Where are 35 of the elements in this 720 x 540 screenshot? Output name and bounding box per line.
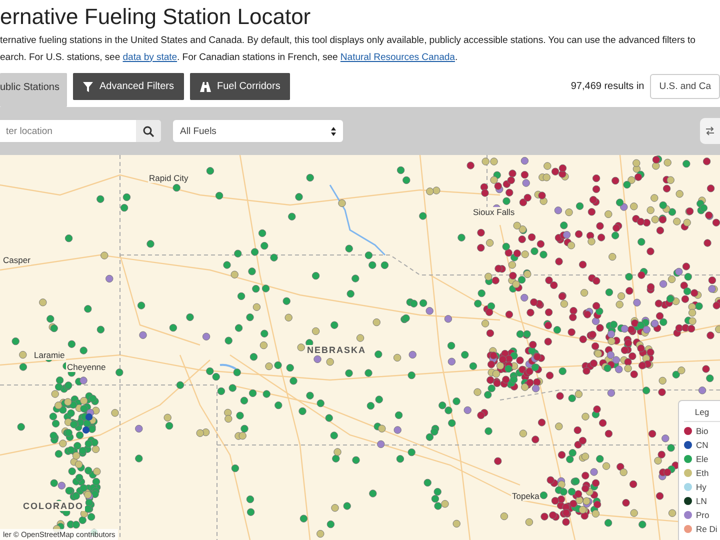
legend-label: Bio xyxy=(696,426,710,436)
route-button[interactable] xyxy=(700,118,720,144)
road-icon xyxy=(200,82,211,92)
state-label: NEBRASKA xyxy=(306,345,368,355)
legend-label: Re Di xyxy=(696,524,718,534)
region-select[interactable]: U.S. and Ca xyxy=(650,74,720,99)
description-text: ternative fueling stations in the United States and Canada. By default, this tool displays only available, publicly accessible stations. You can use the advanced filters to earch. For U.S. stations, see data by state. For Canadian stations in French, see Natural Resources Canada. xyxy=(0,34,696,64)
city-label: Sioux Falls xyxy=(472,207,516,217)
search-button[interactable] xyxy=(136,120,161,142)
legend-label: Ele xyxy=(696,454,710,464)
tab[interactable]: Advanced Filters xyxy=(73,73,184,100)
legend-label: Pro xyxy=(696,510,710,520)
city-label: Rapid City xyxy=(148,173,190,183)
results-count: 97,469 results in xyxy=(570,81,644,92)
description-link[interactable]: data by state xyxy=(122,52,178,62)
map-drawing[interactable] xyxy=(0,155,720,540)
legend-label: Eth xyxy=(696,468,710,478)
page-title: ernative Fueling Station Locator xyxy=(0,4,312,30)
description-link[interactable]: Natural Resources Canada xyxy=(340,52,455,62)
legend-title: Leg xyxy=(684,405,720,422)
state-label: COLORADO xyxy=(22,501,84,511)
legend-label: LN xyxy=(696,496,708,506)
city-label: Casper xyxy=(2,255,32,265)
legend-label: Hy xyxy=(696,482,708,492)
search-icon xyxy=(143,126,154,136)
city-label: Topeka xyxy=(511,491,540,501)
fuel-select[interactable]: All Fuels xyxy=(173,120,343,142)
tab[interactable]: Fuel Corridors xyxy=(190,73,290,100)
sort-caret-icon xyxy=(331,126,336,136)
city-label: Laramie xyxy=(33,350,66,360)
legend-label: CN xyxy=(696,440,710,450)
filter-icon xyxy=(83,82,94,92)
tab[interactable]: ublic Stations xyxy=(0,73,68,107)
route-icon xyxy=(705,126,715,136)
city-label: Cheyenne xyxy=(66,362,107,372)
